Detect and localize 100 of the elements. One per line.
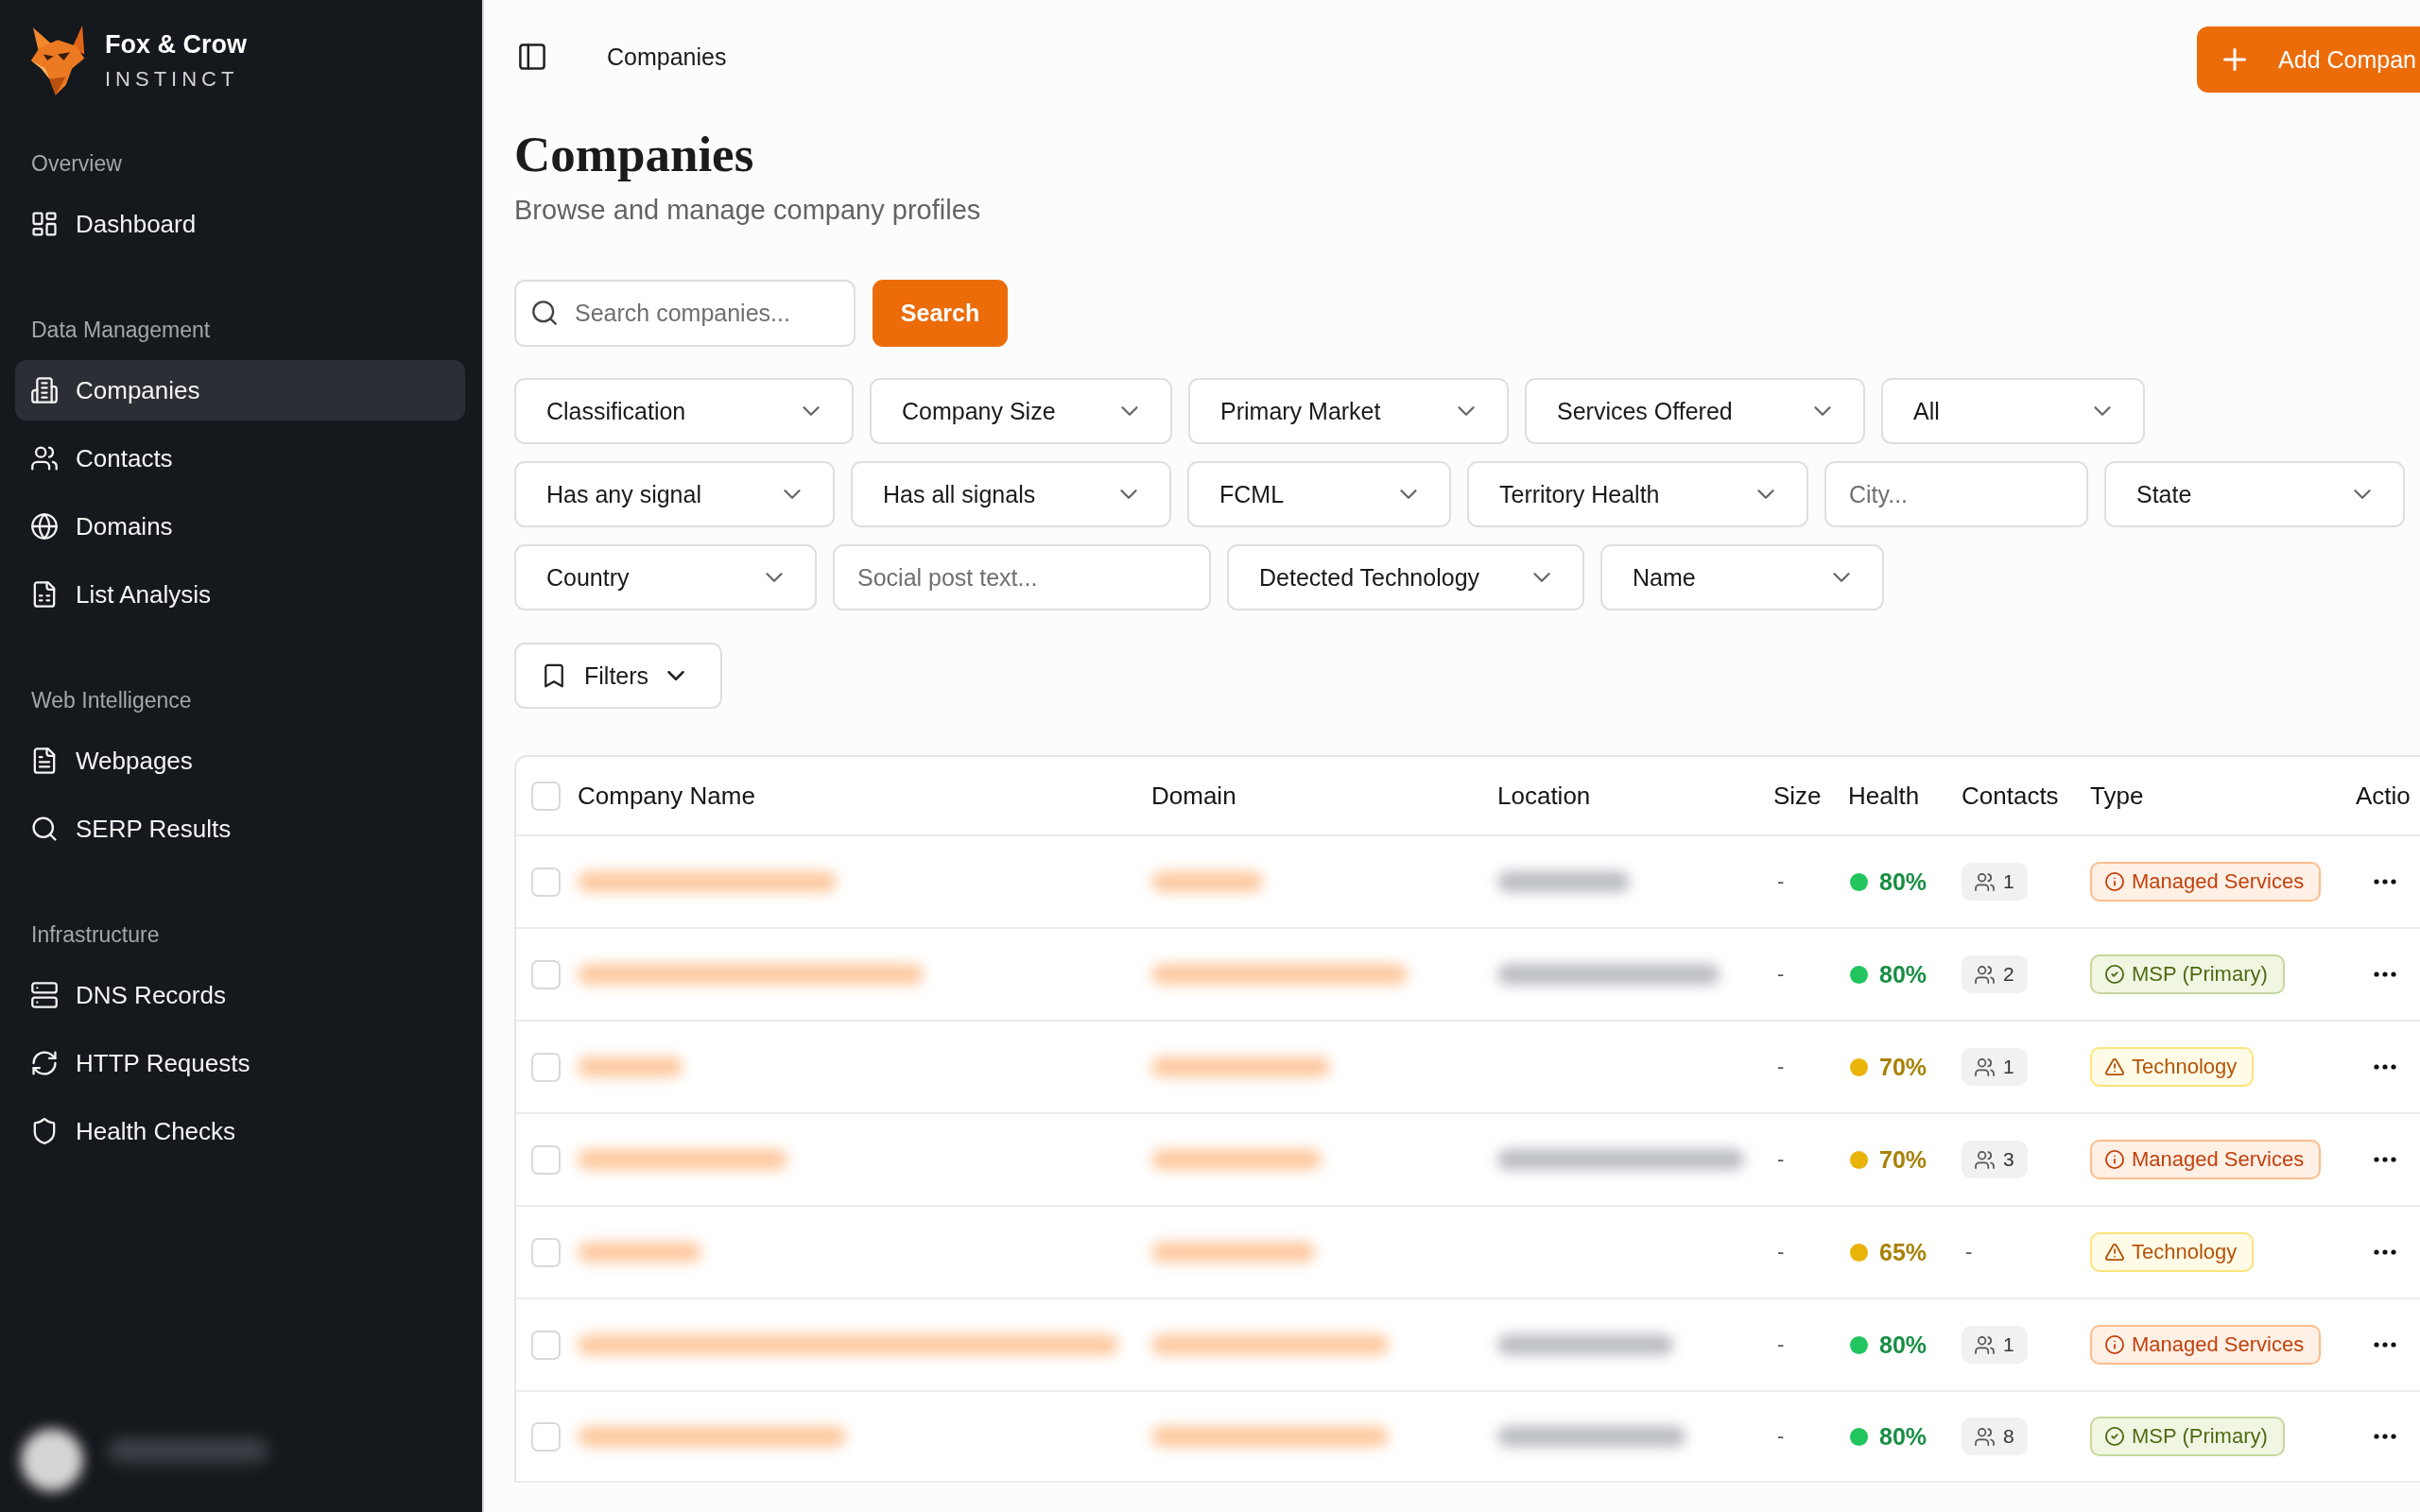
type-label: Technology <box>2132 1055 2238 1079</box>
chevron-down-icon <box>2094 406 2111 416</box>
chevron-down-icon <box>1814 406 1831 416</box>
brand-tagline: INSTINCT <box>105 65 239 93</box>
row-checkbox[interactable] <box>531 959 561 989</box>
row-checkbox[interactable] <box>531 1237 561 1267</box>
more-options-icon[interactable] <box>2374 1249 2396 1255</box>
filter-dropdown[interactable]: Company Size <box>870 378 1172 444</box>
column-header: Health <box>1848 781 1920 811</box>
globe-icon <box>31 513 58 540</box>
size-value: - <box>1776 1240 1785 1264</box>
type-label: Managed Services <box>2132 869 2305 894</box>
filter-dropdown[interactable]: Services Offered <box>1525 378 1865 444</box>
chevron-down-icon <box>784 490 801 499</box>
filter-dropdown[interactable]: State <box>2104 461 2405 527</box>
more-options-icon[interactable] <box>2374 1342 2396 1348</box>
filter-dropdown[interactable]: FCML <box>1187 461 1451 527</box>
size-value: - <box>1776 1332 1785 1357</box>
nav-section-label: Overview <box>31 150 122 178</box>
breadcrumb[interactable]: Companies <box>607 43 727 71</box>
info-icon <box>2105 872 2124 891</box>
row-checkbox[interactable] <box>531 1144 561 1175</box>
column-header: Domain <box>1151 781 1236 811</box>
filters-menu-button[interactable]: Filters <box>514 643 722 709</box>
filter-dropdown[interactable]: Detected Technology <box>1227 544 1584 610</box>
health-value: 80% <box>1879 960 1927 988</box>
nav-item[interactable]: Dashboard <box>15 194 465 254</box>
type-label: MSP (Primary) <box>2132 962 2268 987</box>
chevron-down-icon <box>803 406 820 416</box>
more-options-icon[interactable] <box>2374 1064 2396 1070</box>
contacts-value: - <box>1964 1240 1973 1264</box>
warning-icon <box>2105 1057 2124 1076</box>
chevron-down-icon <box>1757 490 1774 499</box>
users-icon <box>1975 1150 1995 1169</box>
filter-dropdown[interactable]: Name <box>1600 544 1884 610</box>
nav-item[interactable]: List Analysis <box>15 564 465 625</box>
more-options-icon[interactable] <box>2374 1434 2396 1439</box>
users-icon <box>1975 1335 1995 1354</box>
more-options-icon[interactable] <box>2374 1157 2396 1162</box>
column-header: Size <box>1773 781 1822 811</box>
bookmark-icon <box>544 663 563 688</box>
search-field[interactable]: Search companies... <box>514 280 856 347</box>
type-label: Technology <box>2132 1240 2238 1264</box>
health-value: 70% <box>1879 1145 1927 1174</box>
info-icon <box>2105 1150 2124 1169</box>
size-value: - <box>1776 962 1785 987</box>
users-icon <box>1975 872 1995 891</box>
health-value: 80% <box>1879 1331 1927 1359</box>
nav-item[interactable]: Contacts <box>15 428 465 489</box>
more-options-icon[interactable] <box>2374 971 2396 977</box>
dashboard-icon <box>31 211 58 237</box>
row-checkbox[interactable] <box>531 1052 561 1082</box>
nav-item[interactable]: Webpages <box>15 730 465 791</box>
search-icon <box>31 816 58 842</box>
server-icon <box>31 982 58 1008</box>
chevron-down-icon <box>667 671 685 680</box>
filter-dropdown[interactable]: Territory Health <box>1467 461 1808 527</box>
chevron-down-icon <box>1400 490 1417 499</box>
filter-dropdown[interactable]: Country <box>514 544 817 610</box>
building-icon <box>31 377 58 404</box>
info-icon <box>2105 1335 2124 1354</box>
nav-item[interactable]: Domains <box>15 496 465 557</box>
nav-item[interactable]: HTTP Requests <box>15 1033 465 1093</box>
type-label: Managed Services <box>2132 1332 2305 1357</box>
nav-item[interactable]: Health Checks <box>15 1101 465 1161</box>
filter-input-field[interactable]: City... <box>1824 461 2088 527</box>
nav-item[interactable]: Companies <box>15 360 465 421</box>
row-checkbox[interactable] <box>531 1421 561 1452</box>
nav-item[interactable]: DNS Records <box>15 965 465 1025</box>
filter-dropdown[interactable]: Classification <box>514 378 854 444</box>
select-all-checkbox[interactable] <box>531 781 561 811</box>
more-options-icon[interactable] <box>2374 879 2396 885</box>
column-header: Contacts <box>1962 781 2059 811</box>
column-header: Location <box>1497 781 1591 811</box>
nav-section-label: Infrastructure <box>31 921 160 949</box>
size-value: - <box>1776 1147 1785 1172</box>
search-icon <box>532 301 557 325</box>
row-checkbox[interactable] <box>531 1330 561 1360</box>
filter-dropdown[interactable]: All <box>1881 378 2145 444</box>
contacts-count: 8 <box>2003 1425 2014 1448</box>
row-checkbox[interactable] <box>531 867 561 897</box>
nav-item[interactable]: SERP Results <box>15 799 465 859</box>
health-value: 80% <box>1879 868 1927 896</box>
page-title: Companies <box>514 126 754 182</box>
contacts-count: 1 <box>2003 1333 2014 1356</box>
chevron-down-icon <box>1833 573 1850 582</box>
nav-section-label: Data Management <box>31 317 211 344</box>
users-icon <box>1975 965 1995 984</box>
column-header: Type <box>2090 781 2144 811</box>
warning-icon <box>2105 1243 2124 1262</box>
contacts-count: 1 <box>2003 870 2014 893</box>
users-icon <box>1975 1057 1995 1076</box>
filter-dropdown[interactable]: Primary Market <box>1188 378 1509 444</box>
type-label: MSP (Primary) <box>2132 1424 2268 1449</box>
sidebar-toggle-icon[interactable] <box>519 43 545 70</box>
filter-input-field[interactable]: Social post text... <box>833 544 1211 610</box>
filter-dropdown[interactable]: Has all signals <box>851 461 1171 527</box>
chevron-down-icon <box>1121 406 1138 416</box>
shield-icon <box>31 1118 58 1144</box>
filter-dropdown[interactable]: Has any signal <box>514 461 835 527</box>
